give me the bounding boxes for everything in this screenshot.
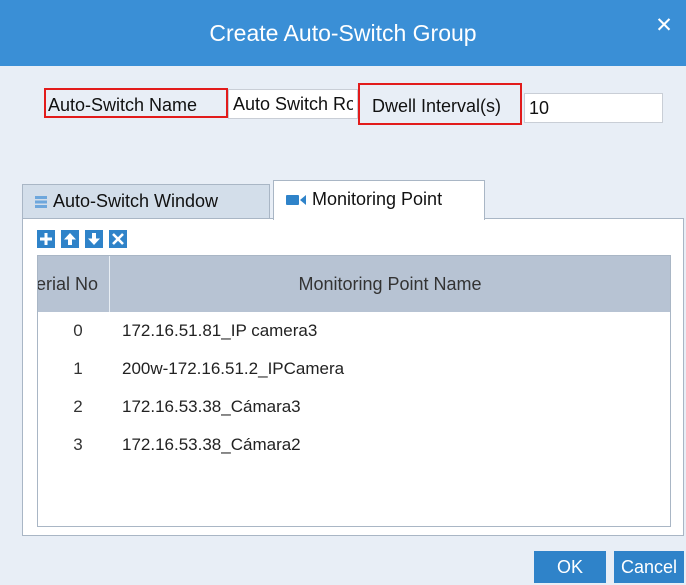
row-serial: 0: [73, 321, 83, 340]
grid-list-icon: [35, 186, 47, 219]
auto-switch-name-input[interactable]: [228, 89, 358, 119]
monitoring-point-table: Serial No Monitoring Point Name 0 172.16…: [37, 255, 671, 527]
table-row[interactable]: 0 172.16.51.81_IP camera3: [38, 312, 670, 350]
column-header-serial-no[interactable]: Serial No: [38, 256, 110, 312]
row-serial: 1: [73, 359, 83, 378]
video-camera-icon: [286, 182, 306, 218]
table-header: Serial No Monitoring Point Name: [38, 256, 670, 312]
close-icon[interactable]: ✕: [652, 14, 676, 38]
dwell-interval-input[interactable]: [524, 93, 663, 123]
row-serial: 3: [73, 435, 83, 454]
row-point-name: 200w-172.16.51.2_IPCamera: [122, 359, 345, 378]
table-row[interactable]: 2 172.16.53.38_Cámara3: [38, 388, 670, 426]
column-header-monitoring-point-name[interactable]: Monitoring Point Name: [110, 256, 670, 312]
delete-x-icon[interactable]: [109, 230, 127, 248]
tab-auto-switch-window[interactable]: Auto-Switch Window: [22, 184, 270, 219]
arrow-down-icon[interactable]: [85, 230, 103, 248]
tab-auto-switch-window-label: Auto-Switch Window: [53, 191, 219, 211]
table-row[interactable]: 3 172.16.53.38_Cámara2: [38, 426, 670, 464]
row-serial: 2: [73, 397, 83, 416]
ok-button[interactable]: OK: [534, 551, 606, 583]
plus-icon[interactable]: [37, 230, 55, 248]
table-row[interactable]: 1 200w-172.16.51.2_IPCamera: [38, 350, 670, 388]
tab-monitoring-point-label: Monitoring Point: [312, 189, 443, 209]
tab-monitoring-point[interactable]: Monitoring Point: [273, 180, 485, 220]
dialog-title: Create Auto-Switch Group: [209, 20, 477, 46]
dwell-interval-label: Dwell Interval(s): [358, 83, 522, 125]
row-point-name: 172.16.53.38_Cámara3: [122, 397, 301, 416]
monitoring-point-panel: Serial No Monitoring Point Name 0 172.16…: [22, 218, 684, 536]
row-point-name: 172.16.53.38_Cámara2: [122, 435, 301, 454]
auto-switch-name-label: Auto-Switch Name: [44, 88, 228, 118]
arrow-up-icon[interactable]: [61, 230, 79, 248]
row-point-name: 172.16.51.81_IP camera3: [122, 321, 318, 340]
cancel-button[interactable]: Cancel: [614, 551, 684, 583]
